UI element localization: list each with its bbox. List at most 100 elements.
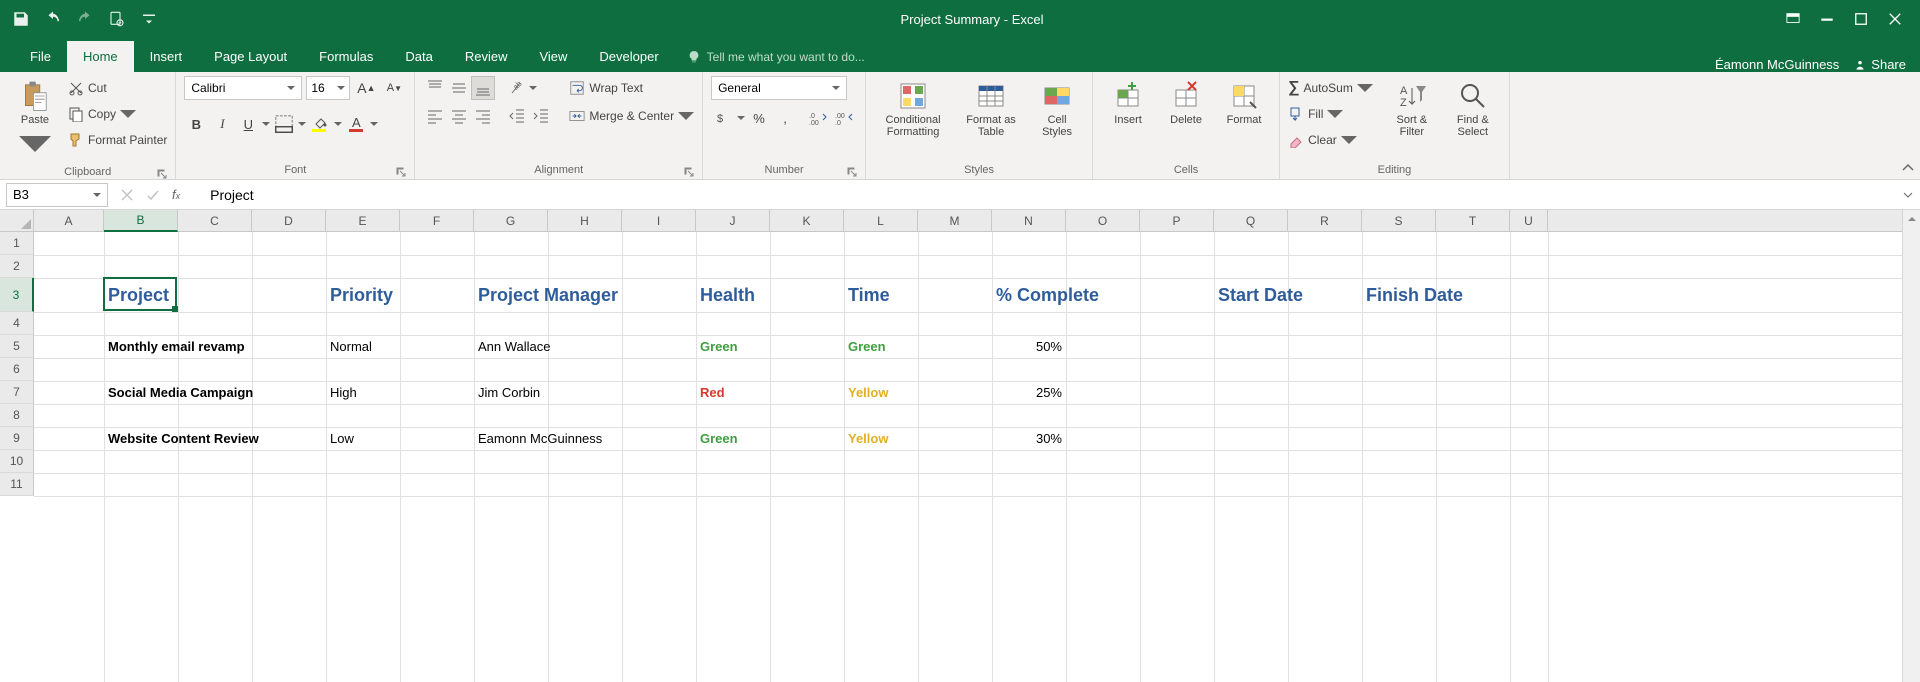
row-header[interactable]: 2 <box>0 255 34 278</box>
cell[interactable]: Green <box>696 335 844 358</box>
accounting-format-button[interactable]: $ <box>711 106 735 130</box>
orientation-dropdown[interactable] <box>529 84 537 92</box>
cell[interactable]: Ann Wallace <box>474 335 694 358</box>
tab-review[interactable]: Review <box>449 41 524 72</box>
cell[interactable]: Red <box>696 381 844 404</box>
row-header[interactable]: 3 <box>0 278 34 312</box>
insert-cells-button[interactable]: Insert <box>1101 76 1155 130</box>
row-header[interactable]: 8 <box>0 404 34 427</box>
column-header[interactable]: Q <box>1214 210 1288 231</box>
cell[interactable]: Green <box>696 427 844 450</box>
align-bottom-button[interactable] <box>471 76 495 100</box>
tab-file[interactable]: File <box>14 41 67 72</box>
font-color-button[interactable]: A <box>344 112 368 136</box>
decrease-indent-button[interactable] <box>505 104 529 128</box>
column-header[interactable]: G <box>474 210 548 231</box>
bold-button[interactable]: B <box>184 112 208 136</box>
tab-home[interactable]: Home <box>67 41 134 72</box>
comma-button[interactable]: , <box>773 106 797 130</box>
number-format-select[interactable]: General <box>711 76 847 100</box>
font-name-select[interactable]: Calibri <box>184 76 302 100</box>
increase-indent-button[interactable] <box>529 104 553 128</box>
cell[interactable]: Time <box>844 278 992 312</box>
close-icon[interactable] <box>1888 12 1902 26</box>
collapse-ribbon-button[interactable] <box>1896 72 1920 179</box>
column-header[interactable]: E <box>326 210 400 231</box>
row-header[interactable]: 5 <box>0 335 34 358</box>
tab-insert[interactable]: Insert <box>134 41 199 72</box>
alignment-dialog-launcher[interactable] <box>684 167 694 177</box>
delete-cells-button[interactable]: Delete <box>1159 76 1213 130</box>
font-color-dropdown[interactable] <box>370 120 378 128</box>
tab-view[interactable]: View <box>523 41 583 72</box>
align-top-button[interactable] <box>423 76 447 100</box>
cell-styles-button[interactable]: Cell Styles <box>1030 76 1084 142</box>
enter-formula-icon[interactable] <box>146 188 160 202</box>
align-middle-button[interactable] <box>447 76 471 100</box>
redo-icon[interactable] <box>76 10 94 28</box>
column-header[interactable]: I <box>622 210 696 231</box>
column-header[interactable]: P <box>1140 210 1214 231</box>
select-all-button[interactable] <box>0 210 34 231</box>
cell[interactable]: 25% <box>992 381 1066 404</box>
cell[interactable]: High <box>326 381 474 404</box>
cell[interactable]: Start Date <box>1214 278 1362 312</box>
orientation-button[interactable]: ab <box>505 76 529 100</box>
column-header[interactable]: O <box>1066 210 1140 231</box>
column-header[interactable]: L <box>844 210 918 231</box>
cell[interactable]: 50% <box>992 335 1066 358</box>
tab-developer[interactable]: Developer <box>583 41 674 72</box>
find-select-button[interactable]: Find & Select <box>1445 76 1501 142</box>
align-center-button[interactable] <box>447 104 471 128</box>
row-header[interactable]: 10 <box>0 450 34 473</box>
cell[interactable]: Yellow <box>844 427 992 450</box>
insert-function-button[interactable]: fx <box>172 187 180 202</box>
row-header[interactable]: 9 <box>0 427 34 450</box>
column-header[interactable]: B <box>104 210 178 232</box>
column-header[interactable]: R <box>1288 210 1362 231</box>
column-header[interactable]: J <box>696 210 770 231</box>
tell-me-search[interactable]: Tell me what you want to do... <box>675 42 877 72</box>
cell[interactable]: Jim Corbin <box>474 381 694 404</box>
number-dialog-launcher[interactable] <box>847 167 857 177</box>
cell[interactable]: Green <box>844 335 992 358</box>
paste-button[interactable]: Paste <box>8 76 62 164</box>
fill-color-button[interactable] <box>308 112 332 136</box>
row-header[interactable]: 6 <box>0 358 34 381</box>
clipboard-dialog-launcher[interactable] <box>157 169 167 179</box>
font-size-select[interactable]: 16 <box>306 76 350 100</box>
user-name[interactable]: Éamonn McGuinness <box>1715 57 1839 72</box>
cell[interactable]: Finish Date <box>1362 278 1510 312</box>
ribbon-display-options-icon[interactable] <box>1786 12 1800 26</box>
font-dialog-launcher[interactable] <box>396 167 406 177</box>
fill-button[interactable]: Fill <box>1288 102 1373 126</box>
scroll-up-button[interactable] <box>1903 210 1920 228</box>
cell[interactable]: Health <box>696 278 844 312</box>
cell[interactable]: Social Media Campaign <box>104 381 324 404</box>
autosum-button[interactable]: ∑AutoSum <box>1288 76 1373 100</box>
column-header[interactable]: K <box>770 210 844 231</box>
tab-data[interactable]: Data <box>389 41 448 72</box>
row-header[interactable]: 11 <box>0 473 34 496</box>
cell[interactable]: 30% <box>992 427 1066 450</box>
cell[interactable]: Priority <box>326 278 474 312</box>
sort-filter-button[interactable]: AZSort & Filter <box>1385 76 1439 142</box>
format-as-table-button[interactable]: Format as Table <box>958 76 1024 142</box>
italic-button[interactable]: I <box>210 112 234 136</box>
column-header[interactable]: T <box>1436 210 1510 231</box>
column-header[interactable]: A <box>34 210 104 231</box>
merge-center-button[interactable]: Merge & Center <box>569 104 694 128</box>
tab-formulas[interactable]: Formulas <box>303 41 389 72</box>
borders-button[interactable] <box>272 112 296 136</box>
increase-font-button[interactable]: A▲ <box>354 76 378 100</box>
accounting-dropdown[interactable] <box>737 114 745 122</box>
borders-dropdown[interactable] <box>298 120 306 128</box>
share-button[interactable]: Share <box>1853 57 1906 72</box>
cell[interactable]: % Complete <box>992 278 1140 312</box>
wrap-text-button[interactable]: Wrap Text <box>569 76 694 100</box>
save-icon[interactable] <box>12 10 30 28</box>
minimize-icon[interactable] <box>1820 12 1834 26</box>
column-header[interactable]: H <box>548 210 622 231</box>
column-header[interactable]: F <box>400 210 474 231</box>
decrease-decimal-button[interactable]: .00.0 <box>833 106 857 130</box>
